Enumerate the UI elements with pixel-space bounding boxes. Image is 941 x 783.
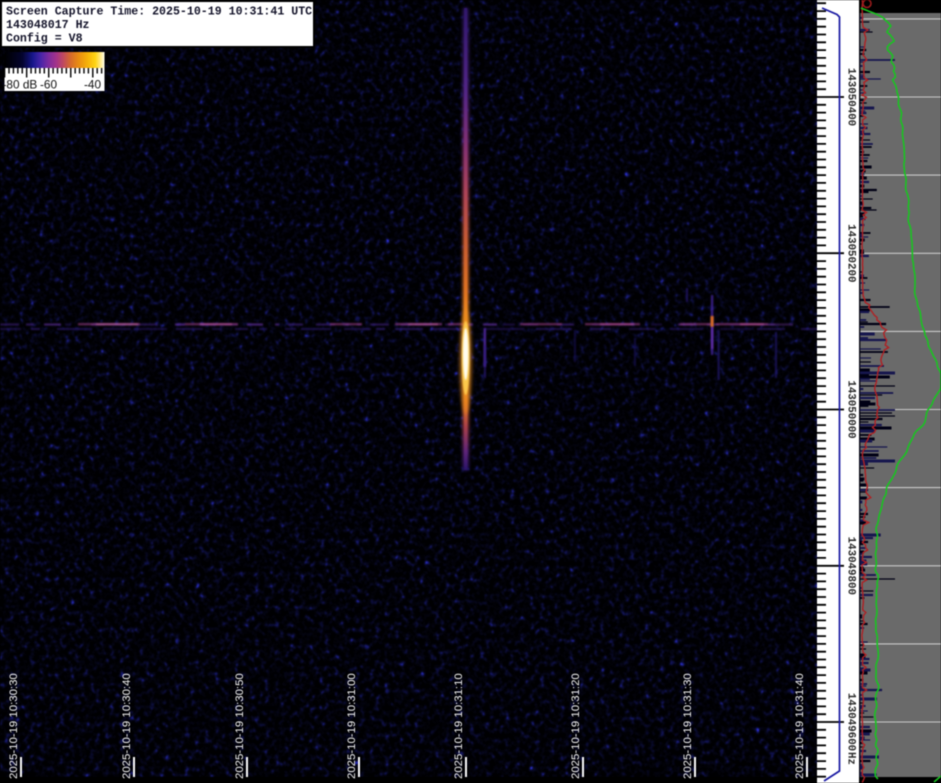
svg-text:2025-10-19 10:30:40: 2025-10-19 10:30:40: [121, 673, 133, 779]
svg-text:2025-10-19 10:31:20: 2025-10-19 10:31:20: [570, 673, 582, 779]
svg-text:143050000: 143050000: [845, 380, 857, 438]
svg-text:143048017 Hz: 143048017 Hz: [6, 19, 90, 32]
svg-text:Screen Capture Time: 2025-10-1: Screen Capture Time: 2025-10-19 10:31:41…: [6, 6, 312, 19]
svg-text:Config = V8: Config = V8: [6, 33, 83, 46]
svg-text:2025-10-19 10:30:30: 2025-10-19 10:30:30: [8, 673, 20, 779]
svg-text:Hz: Hz: [845, 752, 857, 765]
svg-text:143050200: 143050200: [845, 224, 857, 282]
svg-text:2025-10-19 10:30:50: 2025-10-19 10:30:50: [234, 673, 246, 779]
svg-text:-40: -40: [84, 78, 101, 92]
svg-text:143050400: 143050400: [845, 68, 857, 126]
svg-text:2025-10-19 10:31:00: 2025-10-19 10:31:00: [346, 673, 358, 779]
svg-text:2025-10-19 10:31:10: 2025-10-19 10:31:10: [453, 673, 465, 779]
svg-text:143049600: 143049600: [845, 693, 857, 751]
svg-text:-60: -60: [40, 78, 57, 92]
svg-text:-80 dB: -80 dB: [3, 78, 38, 92]
svg-text:2025-10-19 10:31:40: 2025-10-19 10:31:40: [794, 673, 806, 779]
svg-text:2025-10-19 10:31:30: 2025-10-19 10:31:30: [682, 673, 694, 779]
svg-text:143049800: 143049800: [845, 537, 857, 595]
